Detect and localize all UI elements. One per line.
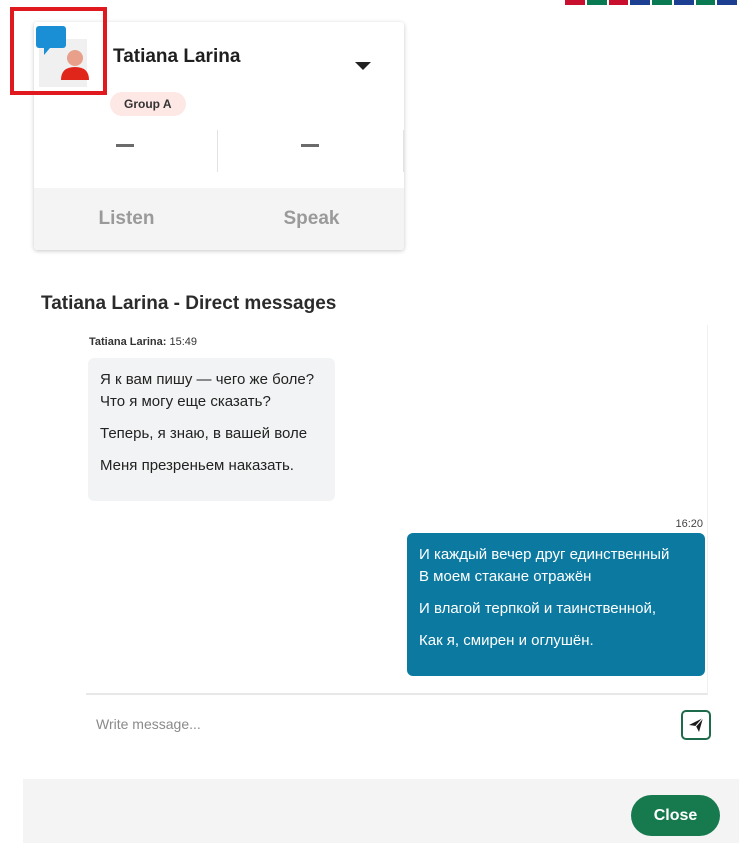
outgoing-message: И каждый вечер друг единственный В моем …	[407, 533, 705, 676]
stripe-segment	[630, 0, 650, 5]
message-meta: Tatiana Larina: 15:49	[89, 336, 197, 348]
direct-messages-title: Tatiana Larina - Direct messages	[41, 293, 337, 314]
message-paragraph: Теперь, я знаю, в вашей воле	[100, 425, 308, 442]
stripe-segment	[565, 0, 585, 5]
user-name: Tatiana Larina	[113, 46, 241, 67]
message-paragraph: Меня презреньем наказать.	[100, 457, 294, 474]
message-composer	[86, 700, 711, 750]
message-time: 15:49	[169, 336, 198, 348]
brand-stripe	[565, 0, 739, 5]
stat-left	[116, 144, 134, 147]
stripe-segment	[717, 0, 737, 5]
stripe-segment	[608, 0, 629, 5]
message-paragraph: И каждый вечер друг единственный В моем …	[419, 546, 670, 585]
close-button[interactable]: Close	[631, 795, 720, 836]
message-time: 16:20	[675, 518, 703, 530]
stat-right	[301, 144, 319, 147]
person-icon	[61, 50, 89, 80]
dialog-footer: Close	[23, 779, 739, 843]
message-paragraph: И влагой терпкой и таинственной,	[419, 600, 657, 617]
incoming-message: Я к вам пишу — чего же боле? Что я могу …	[88, 358, 335, 501]
stripe-segment	[586, 0, 607, 5]
send-icon	[689, 717, 704, 732]
action-bar: Listen Speak	[34, 188, 404, 250]
caret-down-icon[interactable]	[355, 62, 371, 70]
message-thread[interactable]: Tatiana Larina: 15:49 Я к вам пишу — чег…	[86, 325, 708, 695]
listen-button[interactable]: Listen	[34, 188, 219, 250]
divider	[403, 130, 404, 172]
send-button[interactable]	[681, 710, 711, 740]
group-badge: Group A	[110, 92, 186, 116]
sender-name: Tatiana Larina:	[89, 336, 167, 348]
speak-button[interactable]: Speak	[219, 188, 404, 250]
message-paragraph: Как я, смирен и оглушён.	[419, 632, 594, 649]
stripe-segment	[695, 0, 716, 5]
message-paragraph: Я к вам пишу — чего же боле? Что я могу …	[100, 371, 315, 410]
message-input[interactable]	[86, 708, 646, 740]
stripe-segment	[673, 0, 694, 5]
divider	[217, 130, 218, 172]
stripe-segment	[652, 0, 672, 5]
